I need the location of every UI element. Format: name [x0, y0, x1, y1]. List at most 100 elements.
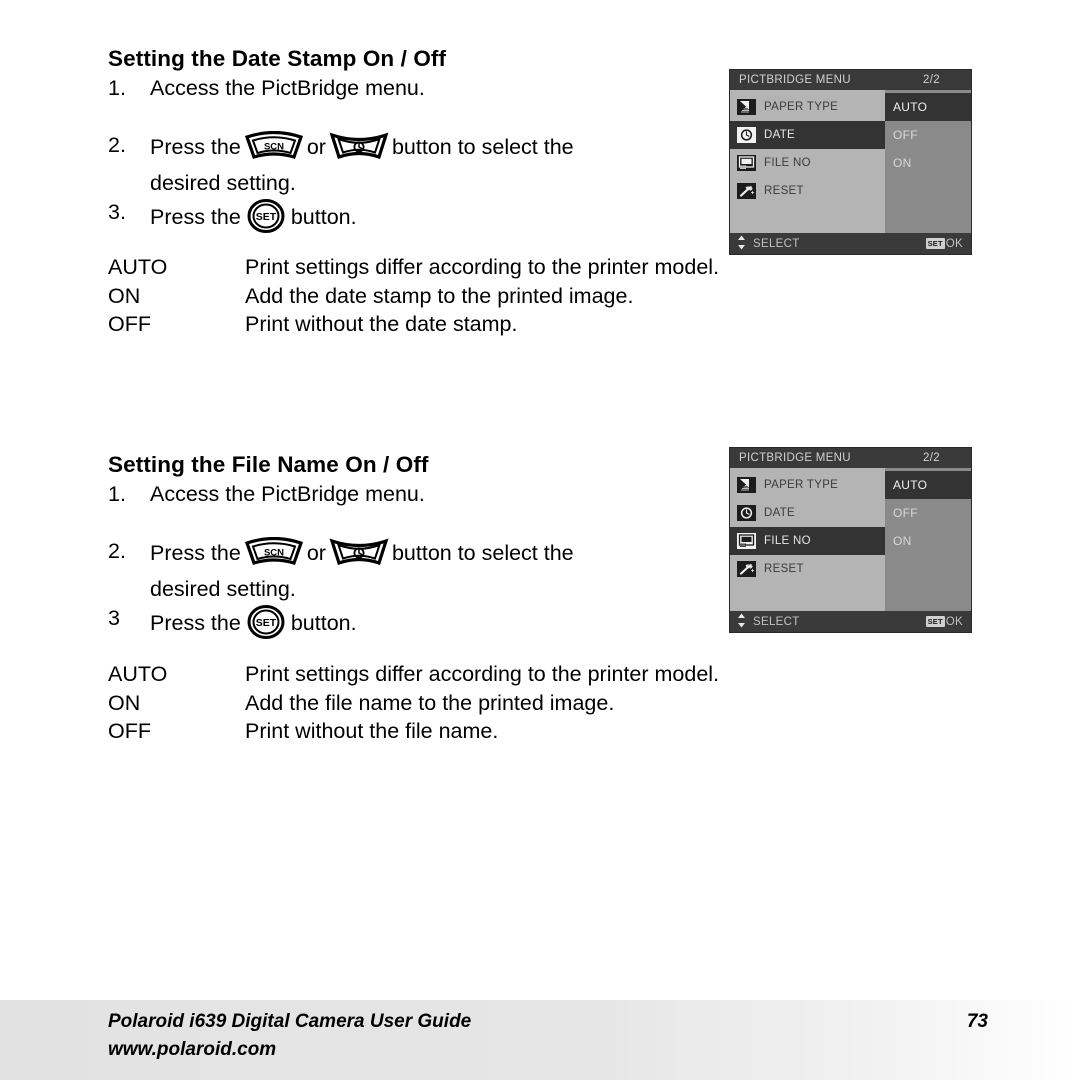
up-down-arrows-icon	[737, 613, 746, 631]
step-list-file-name: 1. Access the PictBridge menu. 2. Press …	[108, 480, 574, 648]
step-item: 1. Access the PictBridge menu.	[108, 74, 574, 103]
step-item: 3. Press the SET button.	[108, 198, 574, 242]
lcd-menu-item-label: PAPER TYPE	[764, 101, 839, 113]
lcd-page-indicator: 2/2	[923, 74, 940, 86]
step-item: 2. Press the SCN or button to select the	[108, 536, 574, 575]
definition-description: Add the file name to the printed image.	[245, 690, 615, 715]
lcd-menu-item-reset[interactable]: RESET	[730, 177, 885, 205]
svg-text:SCN: SCN	[264, 142, 284, 153]
step-text-after: button.	[290, 205, 357, 229]
lcd-menu-item-file-no[interactable]: 001 FILE NO	[730, 149, 885, 177]
section-file-name: Setting the File Name On / Off 1. Access…	[108, 452, 574, 648]
step-text: Access the PictBridge menu.	[150, 482, 425, 506]
step-number: 1.	[108, 482, 126, 506]
page-title-date-stamp: Setting the Date Stamp On / Off	[108, 46, 447, 71]
clock-icon	[737, 127, 756, 143]
lcd-menu-item-label: FILE NO	[764, 157, 811, 169]
definition-description: Print settings differ according to the p…	[245, 255, 720, 279]
svg-text:SCN: SCN	[264, 548, 284, 559]
lcd-ok-hint: SET OK	[925, 616, 963, 628]
definition-term: ON	[108, 690, 141, 715]
paper-type-icon	[737, 477, 756, 493]
step-text-before: Press the	[150, 205, 241, 229]
lcd-menu-item-date[interactable]: DATE	[730, 499, 885, 527]
self-timer-button-icon	[329, 131, 389, 169]
definition-term: AUTO	[108, 255, 168, 279]
step-text: Press the SCN or button to select the	[150, 536, 574, 575]
lcd-menu-item-date[interactable]: DATE	[730, 121, 885, 149]
footer-product-line: Polaroid i639 Digital Camera User Guide	[108, 1011, 472, 1032]
step-text: Access the PictBridge menu.	[150, 76, 425, 100]
definition-row: AUTO Print settings differ according to …	[108, 253, 719, 282]
step-item: 1. Access the PictBridge menu.	[108, 480, 574, 509]
scn-button-icon: SCN	[244, 130, 304, 169]
lcd-option-label: AUTO	[893, 478, 928, 492]
lcd-select-hint: SELECT	[737, 613, 926, 631]
scn-button-icon: SCN	[244, 536, 304, 575]
svg-text:SET: SET	[256, 211, 277, 223]
step-text: Press the SCN or button to select the	[150, 130, 574, 169]
svg-text:001: 001	[740, 543, 746, 547]
lcd-page-indicator: 2/2	[923, 452, 940, 464]
lcd-menu-column: PAPER TYPE DATE 001 FILE NO RESET	[730, 90, 885, 233]
lcd-menu-item-paper-type[interactable]: PAPER TYPE	[730, 93, 885, 121]
footer-website-line: www.polaroid.com	[108, 1039, 277, 1060]
lcd-option-off[interactable]: OFF	[885, 121, 971, 149]
lcd-body: PAPER TYPE DATE 001 FILE NO RESET AUTO O…	[730, 468, 971, 611]
lcd-option-label: OFF	[893, 506, 918, 520]
set-button-icon: SET	[246, 604, 286, 648]
definition-row: ON Add the date stamp to the printed ima…	[108, 282, 719, 311]
wrench-reset-icon	[737, 561, 756, 577]
lcd-option-label: AUTO	[893, 100, 928, 114]
manual-page: Setting the Date Stamp On / Off 1. Acces…	[0, 0, 1080, 1080]
clock-icon	[737, 505, 756, 521]
step-text: Press the SET button.	[150, 198, 574, 242]
definition-list-date-stamp: AUTO Print settings differ according to …	[108, 253, 719, 339]
lcd-option-off[interactable]: OFF	[885, 499, 971, 527]
set-badge-icon: SET	[925, 238, 945, 249]
step-number: 3	[108, 606, 120, 630]
set-button-icon: SET	[246, 198, 286, 242]
lcd-option-auto[interactable]: AUTO	[885, 471, 971, 499]
lcd-menu-item-label: PAPER TYPE	[764, 479, 839, 491]
lcd-menu-column: PAPER TYPE DATE 001 FILE NO RESET	[730, 468, 885, 611]
definition-term: OFF	[108, 312, 151, 336]
step-number: 2.	[108, 133, 126, 157]
lcd-options-column: AUTO OFF ON	[885, 468, 971, 611]
lcd-ok-hint: SET OK	[925, 238, 963, 250]
page-title-file-name: Setting the File Name On / Off	[108, 452, 429, 477]
svg-text:SET: SET	[256, 617, 277, 629]
definition-description: Add the date stamp to the printed image.	[245, 283, 634, 308]
definition-description: Print without the file name.	[245, 719, 499, 743]
camera-lcd-screen-file-no: PICTBRIDGE MENU 2/2 PAPER TYPE DATE 001 …	[729, 447, 972, 633]
lcd-option-auto[interactable]: AUTO	[885, 93, 971, 121]
svg-text:001: 001	[740, 165, 746, 169]
step-item: 2. Press the SCN or button to select the	[108, 130, 574, 169]
lcd-menu-item-reset[interactable]: RESET	[730, 555, 885, 583]
lcd-header: PICTBRIDGE MENU 2/2	[730, 448, 971, 468]
lcd-option-label: ON	[893, 534, 912, 548]
lcd-header: PICTBRIDGE MENU 2/2	[730, 70, 971, 90]
lcd-select-hint: SELECT	[737, 235, 926, 253]
lcd-menu-title: PICTBRIDGE MENU	[739, 452, 851, 464]
lcd-option-on[interactable]: ON	[885, 149, 971, 177]
lcd-menu-item-label: RESET	[764, 185, 804, 197]
definition-row: ON Add the file name to the printed imag…	[108, 689, 719, 718]
file-number-icon: 001	[737, 533, 756, 549]
step-text-before: Press the	[150, 541, 241, 565]
lcd-options-column: AUTO OFF ON	[885, 90, 971, 233]
lcd-menu-item-file-no[interactable]: 001 FILE NO	[730, 527, 885, 555]
set-badge-icon: SET	[925, 616, 945, 627]
step-continuation: desired setting.	[150, 577, 296, 601]
step-text-mid: or	[306, 135, 326, 159]
lcd-footer: SELECT SET OK	[730, 233, 971, 254]
lcd-menu-item-label: DATE	[764, 129, 796, 141]
section-date-stamp: Setting the Date Stamp On / Off 1. Acces…	[108, 46, 574, 242]
lcd-menu-item-label: DATE	[764, 507, 796, 519]
lcd-option-label: OFF	[893, 128, 918, 142]
lcd-menu-item-paper-type[interactable]: PAPER TYPE	[730, 471, 885, 499]
lcd-option-on[interactable]: ON	[885, 527, 971, 555]
step-number: 2.	[108, 539, 126, 563]
